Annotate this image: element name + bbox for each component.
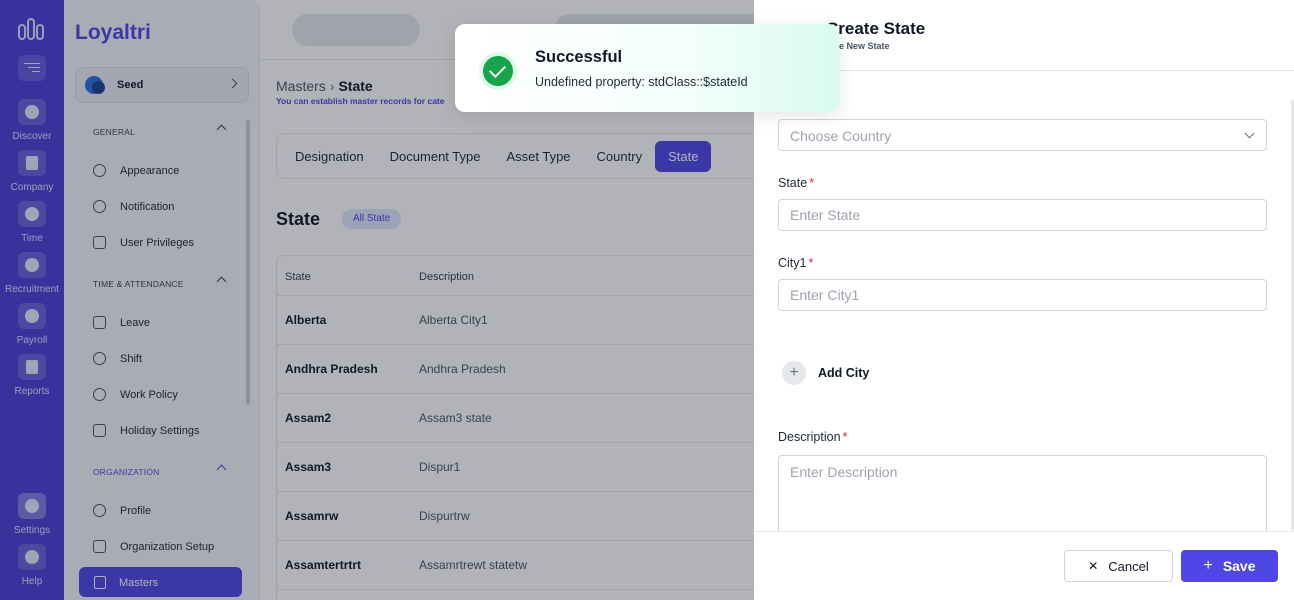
country-select-placeholder: Choose Country [790,128,892,144]
toast-title: Successful [535,48,623,66]
save-button[interactable]: + Save [1181,550,1278,582]
chevron-down-icon [1244,128,1255,139]
success-toast[interactable]: Successful Undefined property: stdClass:… [455,24,839,112]
toast-message: Undefined property: stdClass::$stateId [535,75,748,89]
city-label: City1 * [778,256,814,270]
state-input[interactable] [778,199,1267,231]
country-select[interactable]: Choose Country [778,119,1267,151]
add-city-button[interactable]: + Add City [782,361,869,385]
plus-icon: + [782,361,806,385]
city-input[interactable] [778,279,1267,311]
add-city-label: Add City [818,366,870,380]
cancel-button[interactable]: ✕ Cancel [1064,550,1173,582]
state-label: State * [778,176,815,190]
check-circle-icon [483,56,513,86]
close-icon: ✕ [1088,559,1099,573]
drawer-title: Create State [826,19,926,38]
plus-icon: + [1203,557,1213,574]
description-label: Description * [778,430,848,444]
drawer-footer: ✕ Cancel + Save [754,531,1294,600]
